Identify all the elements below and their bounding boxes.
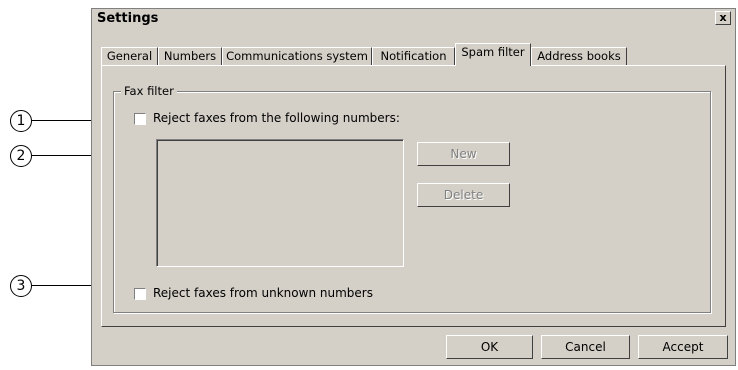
fax-filter-label: Fax filter: [121, 84, 177, 98]
accept-button[interactable]: Accept: [638, 335, 728, 359]
callout-line: [32, 120, 94, 121]
cancel-button[interactable]: Cancel: [541, 335, 630, 359]
tab-spam-filter[interactable]: Spam filter: [455, 43, 531, 66]
delete-button[interactable]: Delete: [417, 183, 510, 207]
title-bar: Settings x: [92, 9, 735, 29]
callout-number: 2: [10, 145, 32, 167]
reject-unknown-label[interactable]: Reject faxes from unknown numbers: [153, 286, 373, 300]
callout-line: [32, 285, 94, 286]
tab-notification[interactable]: Notification: [372, 47, 455, 65]
settings-dialog: Settings x General Numbers Communication…: [91, 8, 736, 366]
callout-line: [32, 155, 94, 156]
ok-button[interactable]: OK: [446, 335, 533, 359]
reject-following-checkbox[interactable]: [134, 113, 146, 125]
new-button[interactable]: New: [417, 142, 510, 166]
tab-communications-system[interactable]: Communications system: [222, 47, 372, 65]
callout-number: 1: [10, 110, 32, 132]
callout-number: 3: [10, 275, 32, 297]
close-icon: x: [719, 11, 727, 24]
dialog-title: Settings: [97, 11, 159, 26]
reject-unknown-checkbox[interactable]: [134, 288, 146, 300]
tab-general[interactable]: General: [101, 47, 158, 65]
tab-numbers[interactable]: Numbers: [158, 47, 222, 65]
tab-address-books[interactable]: Address books: [531, 47, 627, 65]
blocked-numbers-list[interactable]: [156, 139, 404, 267]
close-button[interactable]: x: [715, 11, 731, 25]
reject-following-label[interactable]: Reject faxes from the following numbers:: [153, 111, 400, 125]
